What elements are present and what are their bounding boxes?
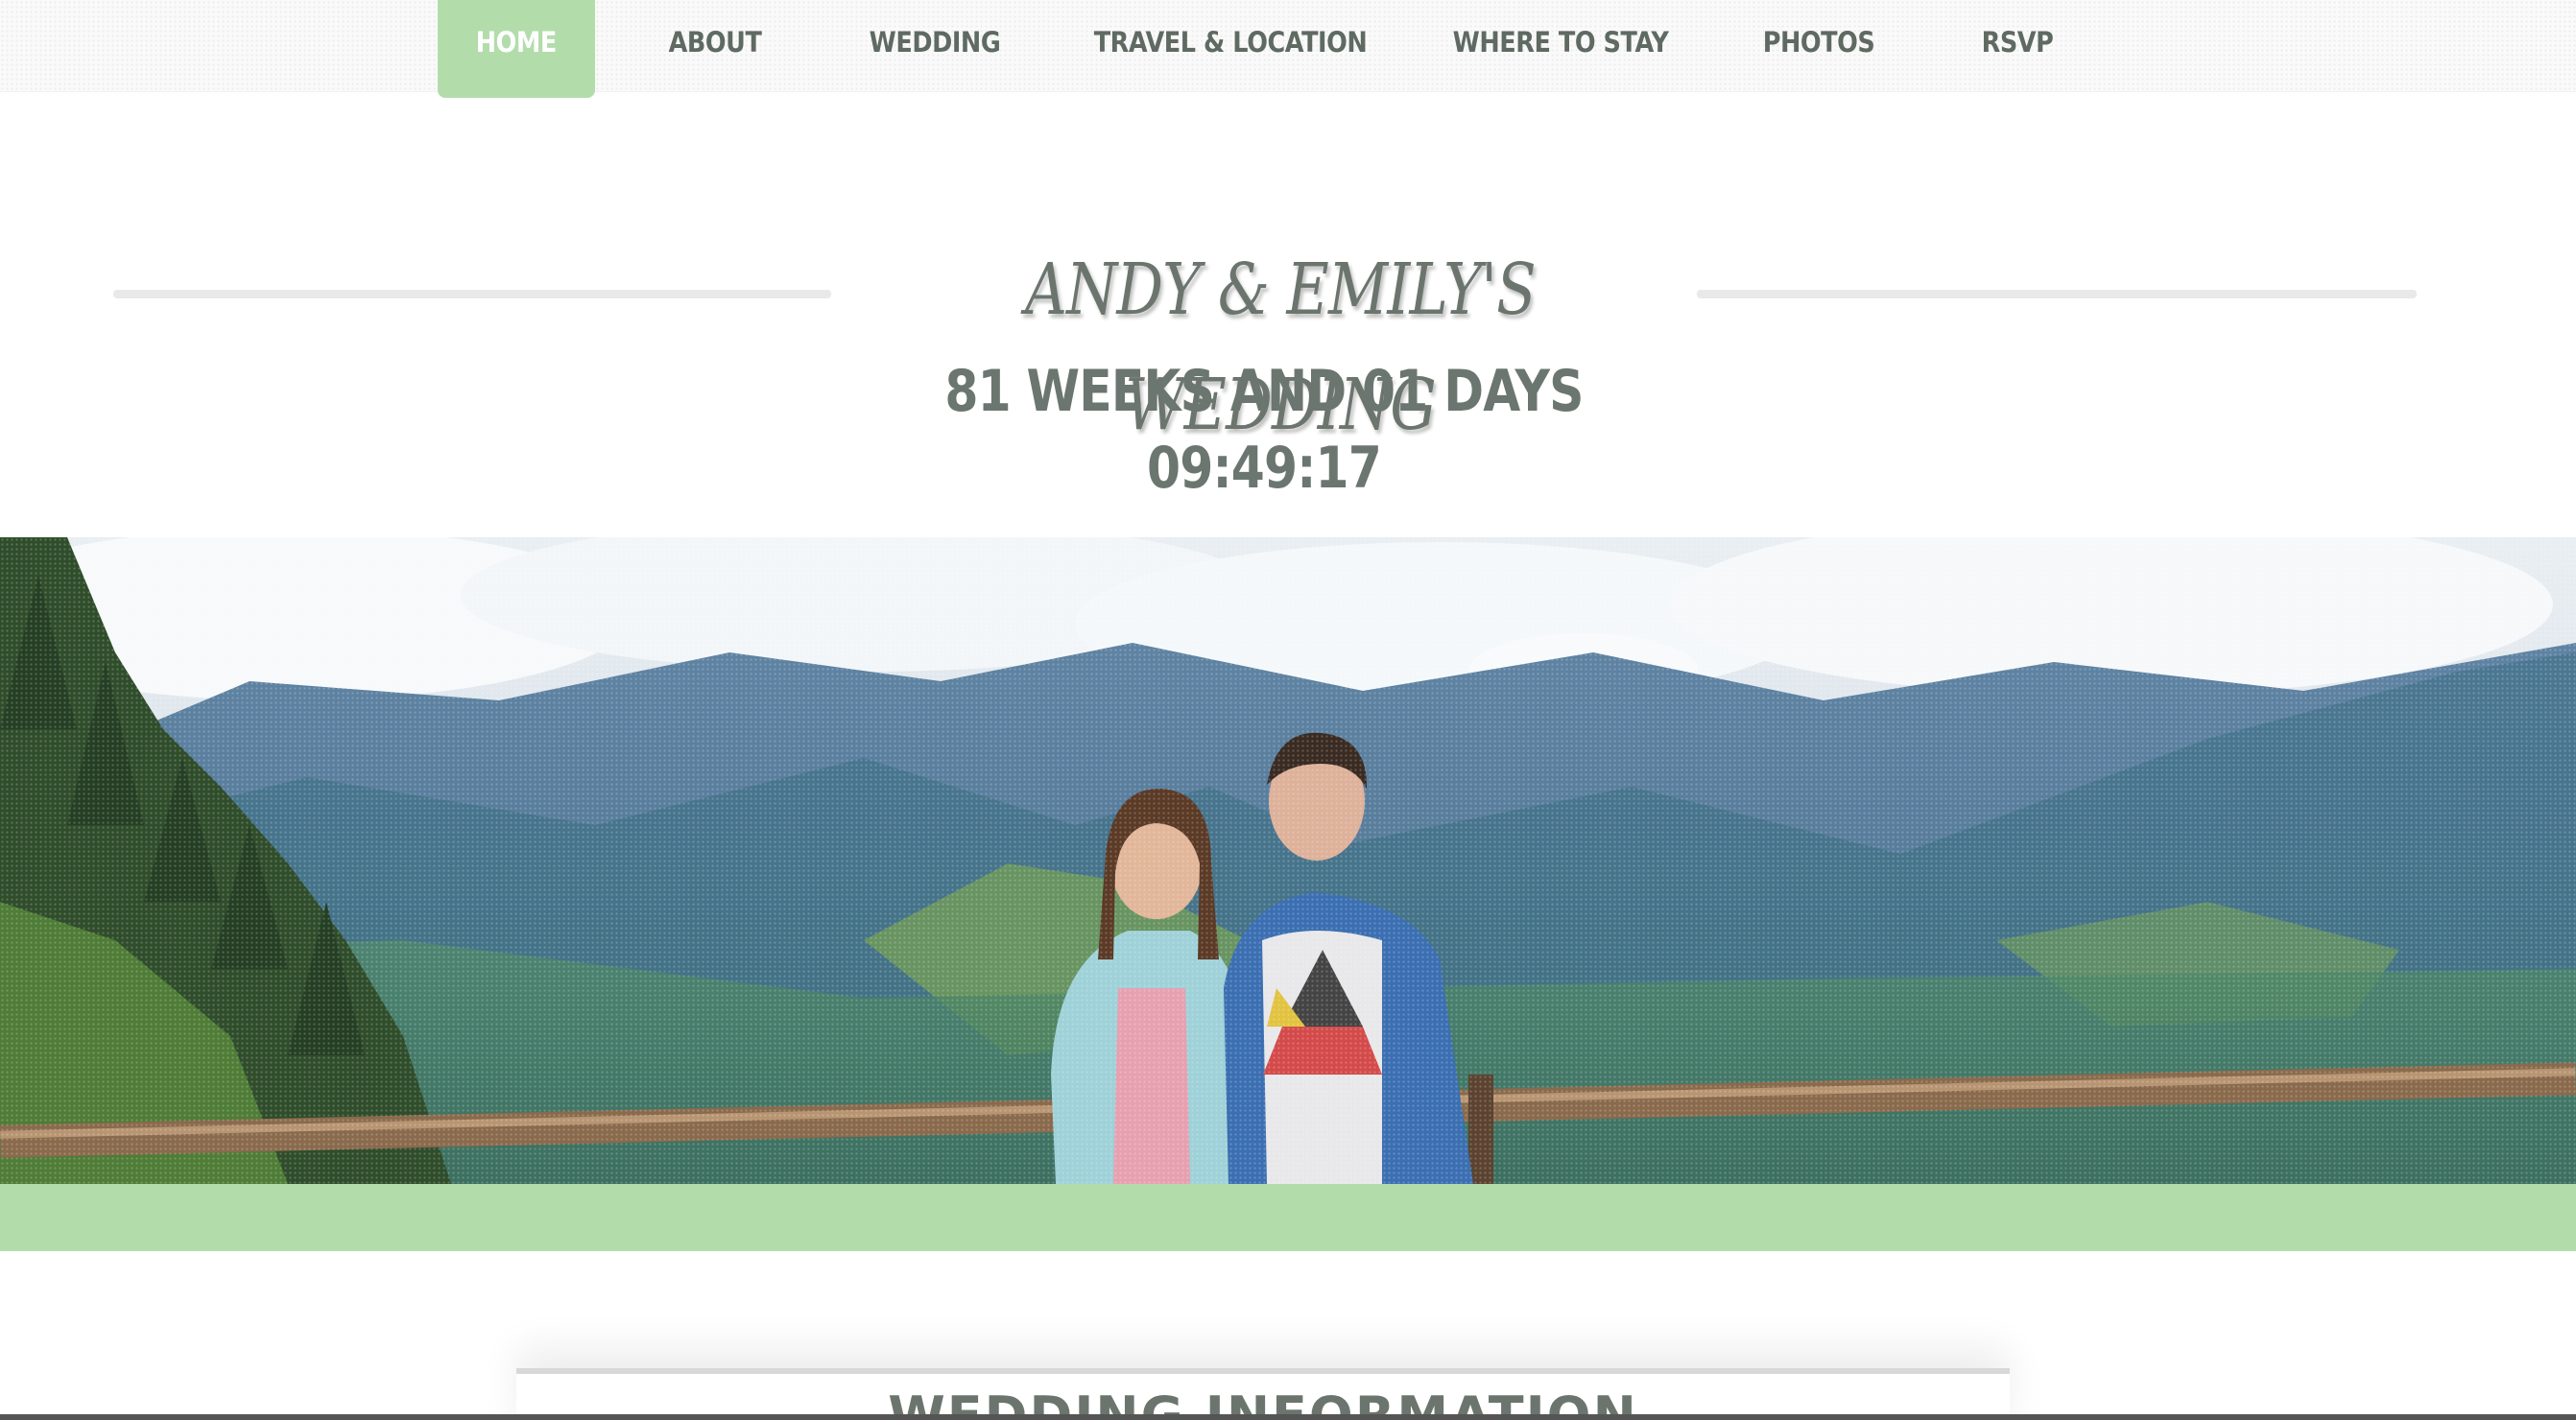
top-nav: HOME ABOUT WEDDING TRAVEL & LOCATION WHE… bbox=[0, 0, 2576, 98]
site-title: ANDY & EMILY'S WEDDING bbox=[1025, 248, 1537, 446]
title-divider-right bbox=[1697, 290, 2417, 298]
nav-item-rsvp[interactable]: RSVP bbox=[1973, 0, 2062, 98]
page-bottom-edge bbox=[0, 1414, 2576, 1420]
nav-item-where-to-stay[interactable]: WHERE TO STAY bbox=[1453, 0, 1669, 98]
nav-item-about[interactable]: ABOUT bbox=[660, 0, 770, 98]
nav-item-home[interactable]: HOME bbox=[438, 0, 595, 98]
hero-image bbox=[0, 537, 2576, 1184]
nav-item-photos[interactable]: PHOTOS bbox=[1763, 0, 1875, 98]
title-divider-left bbox=[113, 290, 831, 298]
countdown-timer: 81 WEEKS AND 01 DAYS 09:49:17 bbox=[944, 358, 1584, 502]
wedding-information-card: WEDDING INFORMATION bbox=[516, 1368, 2010, 1420]
nav-item-travel-location[interactable]: TRAVEL & LOCATION bbox=[1094, 0, 1368, 98]
nav-item-wedding[interactable]: WEDDING bbox=[869, 0, 1001, 98]
accent-band bbox=[0, 1184, 2576, 1251]
